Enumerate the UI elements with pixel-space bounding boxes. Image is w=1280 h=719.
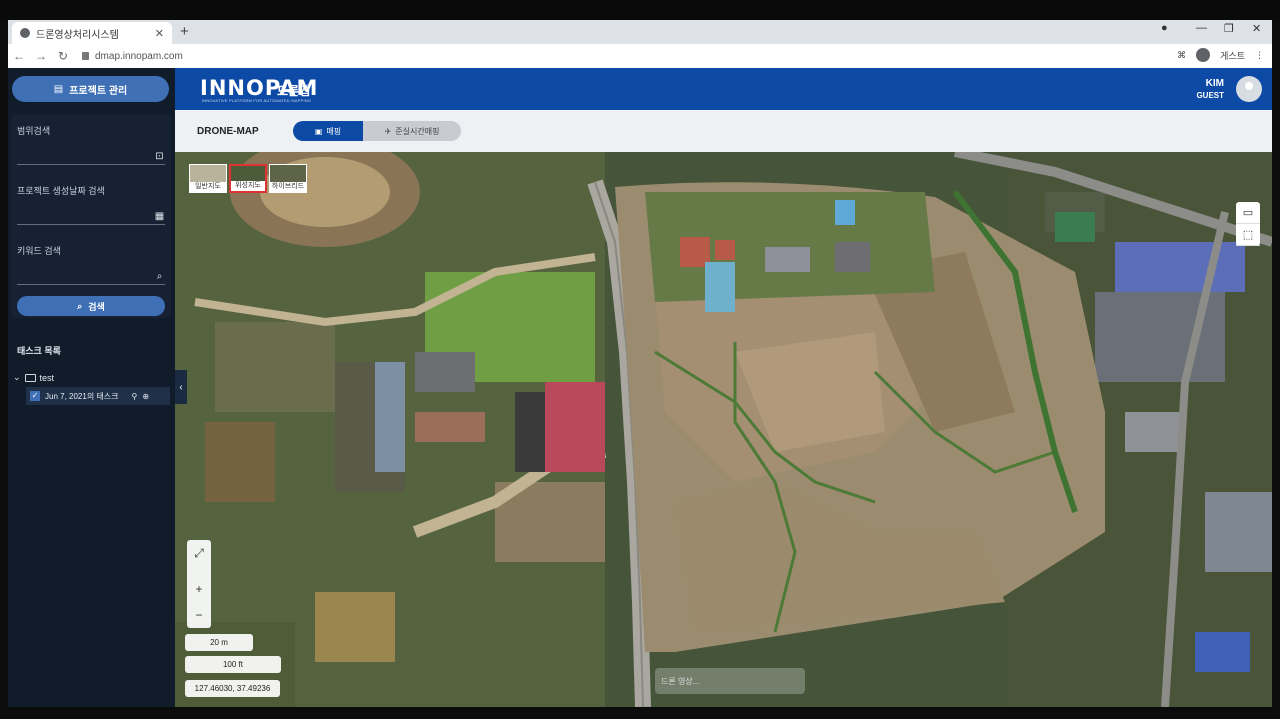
tab-mapping-label: 매핑 [326,126,342,136]
scale-bar-imperial: 100 ft [185,656,281,673]
tab-realtime-label: 준실시간매핑 [395,126,440,136]
folder-label: test [39,372,55,383]
date-search-input[interactable] [17,224,165,225]
user-role: GUEST [1196,91,1224,100]
lock-icon [82,52,89,60]
search-button[interactable]: ⌕ 검색 [17,296,165,316]
mode-toggle: ▣ 매핑 ✈ 준실시간매핑 [293,121,461,141]
forward-button[interactable]: → [30,49,52,63]
globe-icon [20,28,30,38]
new-tab-button[interactable]: + [180,23,189,40]
layer-label: 일반지도 [190,182,226,192]
user-name: KIM [1205,78,1224,89]
calendar-icon[interactable]: ▦ [154,212,165,222]
list-icon: ▤ [53,83,64,95]
profile-label[interactable]: 게스트 [1220,49,1245,62]
maximize-button[interactable]: ❐ [1224,22,1234,35]
avatar[interactable] [1236,76,1262,102]
range-search-input[interactable] [17,164,165,165]
record-icon[interactable]: ● [1161,22,1168,34]
sidebar-collapse-button[interactable]: ‹ [175,370,187,404]
task-label: Jun 7, 2021의 태스크 [45,391,119,401]
map-draw-tools: ▭ ⬚ [1236,202,1260,246]
range-search-label: 범위검색 [17,126,51,136]
back-button[interactable]: ← [8,49,30,63]
profile-icon[interactable] [1196,48,1211,62]
reload-button[interactable]: ↻ [52,49,74,63]
keyword-search-input[interactable] [17,284,165,285]
zoom-in-button[interactable]: + [187,576,211,602]
ruler-icon[interactable]: ▭ [1236,202,1260,224]
address-row: ← → ↻ dmap.innopam.com ⌘ 게스트 ⋮ [8,44,1272,68]
task-item[interactable]: ✓ Jun 7, 2021의 태스크 ⚲ ⊕ [26,387,170,405]
search-panel: 범위검색 ⊡ 프로젝트 생성날짜 검색 ▦ 키워드 검색 ⌕ ⌕ 검색 [11,114,171,318]
search-icon: ⌕ [77,300,83,311]
search-icon[interactable]: ⌕ [154,272,165,282]
search-button-label: 검색 [88,301,105,312]
os-top-strip [0,0,1280,20]
map-search-icon[interactable]: ⊡ [154,152,165,162]
map-view[interactable]: 일반지도 위성지도 하이브리드 ▭ ⬚ ⤢ + − 20 m 100 ft 12… [175,152,1272,707]
window-close-button[interactable]: ✕ [1252,22,1261,35]
layer-label: 하이브리드 [270,182,306,192]
layer-hybrid-map[interactable]: 하이브리드 [269,164,307,193]
sidebar: ▤ 프로젝트 관리 범위검색 ⊡ 프로젝트 생성날짜 검색 ▦ 키워드 검색 ⌕… [8,68,175,707]
chevron-down-icon[interactable]: ⌄ [13,372,21,383]
app-header: INNOPAM INNOVATIVE PLATFORM FOR AUTOMATE… [175,68,1272,110]
project-manage-button[interactable]: ▤ 프로젝트 관리 [12,76,169,102]
zoom-gap [187,566,211,576]
image-icon: ▣ [314,126,323,136]
tab-title: 드론영상처리시스템 [36,29,119,41]
date-search-label: 프로젝트 생성날짜 검색 [17,186,105,196]
map-toolbar: DRONE-MAP ▣ 매핑 ✈ 준실시간매핑 [175,110,1272,152]
fullscreen-icon[interactable]: ⤢ [187,540,211,566]
task-checkbox[interactable]: ✓ [30,391,40,401]
scale-bar-metric: 20 m [185,634,253,651]
url-text: dmap.innopam.com [95,50,183,62]
tree-folder[interactable]: ⌄ test [13,372,54,383]
map-overlay-box: 드론 영상... [655,668,805,694]
layer-label: 위성지도 [231,181,265,191]
minimize-button[interactable]: — [1196,22,1207,34]
layer-normal-map[interactable]: 일반지도 [189,164,227,193]
tab-mapping[interactable]: ▣ 매핑 [293,121,363,141]
project-manage-label: 프로젝트 관리 [69,85,128,97]
map-layer-switcher: 일반지도 위성지도 하이브리드 [189,164,307,193]
app: ▤ 프로젝트 관리 범위검색 ⊡ 프로젝트 생성날짜 검색 ▦ 키워드 검색 ⌕… [8,68,1272,707]
task-list-heading: 태스크 목록 [17,346,61,356]
keyword-search-label: 키워드 검색 [17,246,61,256]
folder-icon [24,373,36,382]
user-info: KIM GUEST [1196,78,1224,100]
menu-icon[interactable]: ⋮ [1255,50,1264,61]
browser-tab[interactable]: 드론영상처리시스템 ✕ [12,22,172,44]
coordinate-readout: 127.46030, 37.49236 [185,680,280,697]
layer-satellite-map[interactable]: 위성지도 [229,164,267,193]
screen: 드론영상처리시스템 ✕ + ● — ❐ ✕ ← → ↻ dmap.innopam… [0,0,1280,719]
address-bar[interactable]: dmap.innopam.com [82,51,183,62]
browser-chrome: 드론영상처리시스템 ✕ + ● — ❐ ✕ ← → ↻ dmap.innopam… [8,20,1272,68]
location-settings-icon[interactable]: ⊕ [142,392,149,401]
translate-icon[interactable]: ⌘ [1177,50,1186,61]
page-title: DRONE-MAP [197,126,259,137]
drone-icon: ✈ [384,126,392,136]
tab-close-button[interactable]: ✕ [155,27,164,40]
zoom-out-button[interactable]: − [187,602,211,628]
polygon-tool-icon[interactable]: ⬚ [1236,224,1260,246]
tab-realtime-mapping[interactable]: ✈ 준실시간매핑 [363,121,461,141]
zoom-controls: ⤢ + − [187,540,211,628]
location-pin-icon[interactable]: ⚲ [131,392,137,401]
satellite-imagery [175,152,1272,707]
app-name: 드론맵 [277,84,311,98]
